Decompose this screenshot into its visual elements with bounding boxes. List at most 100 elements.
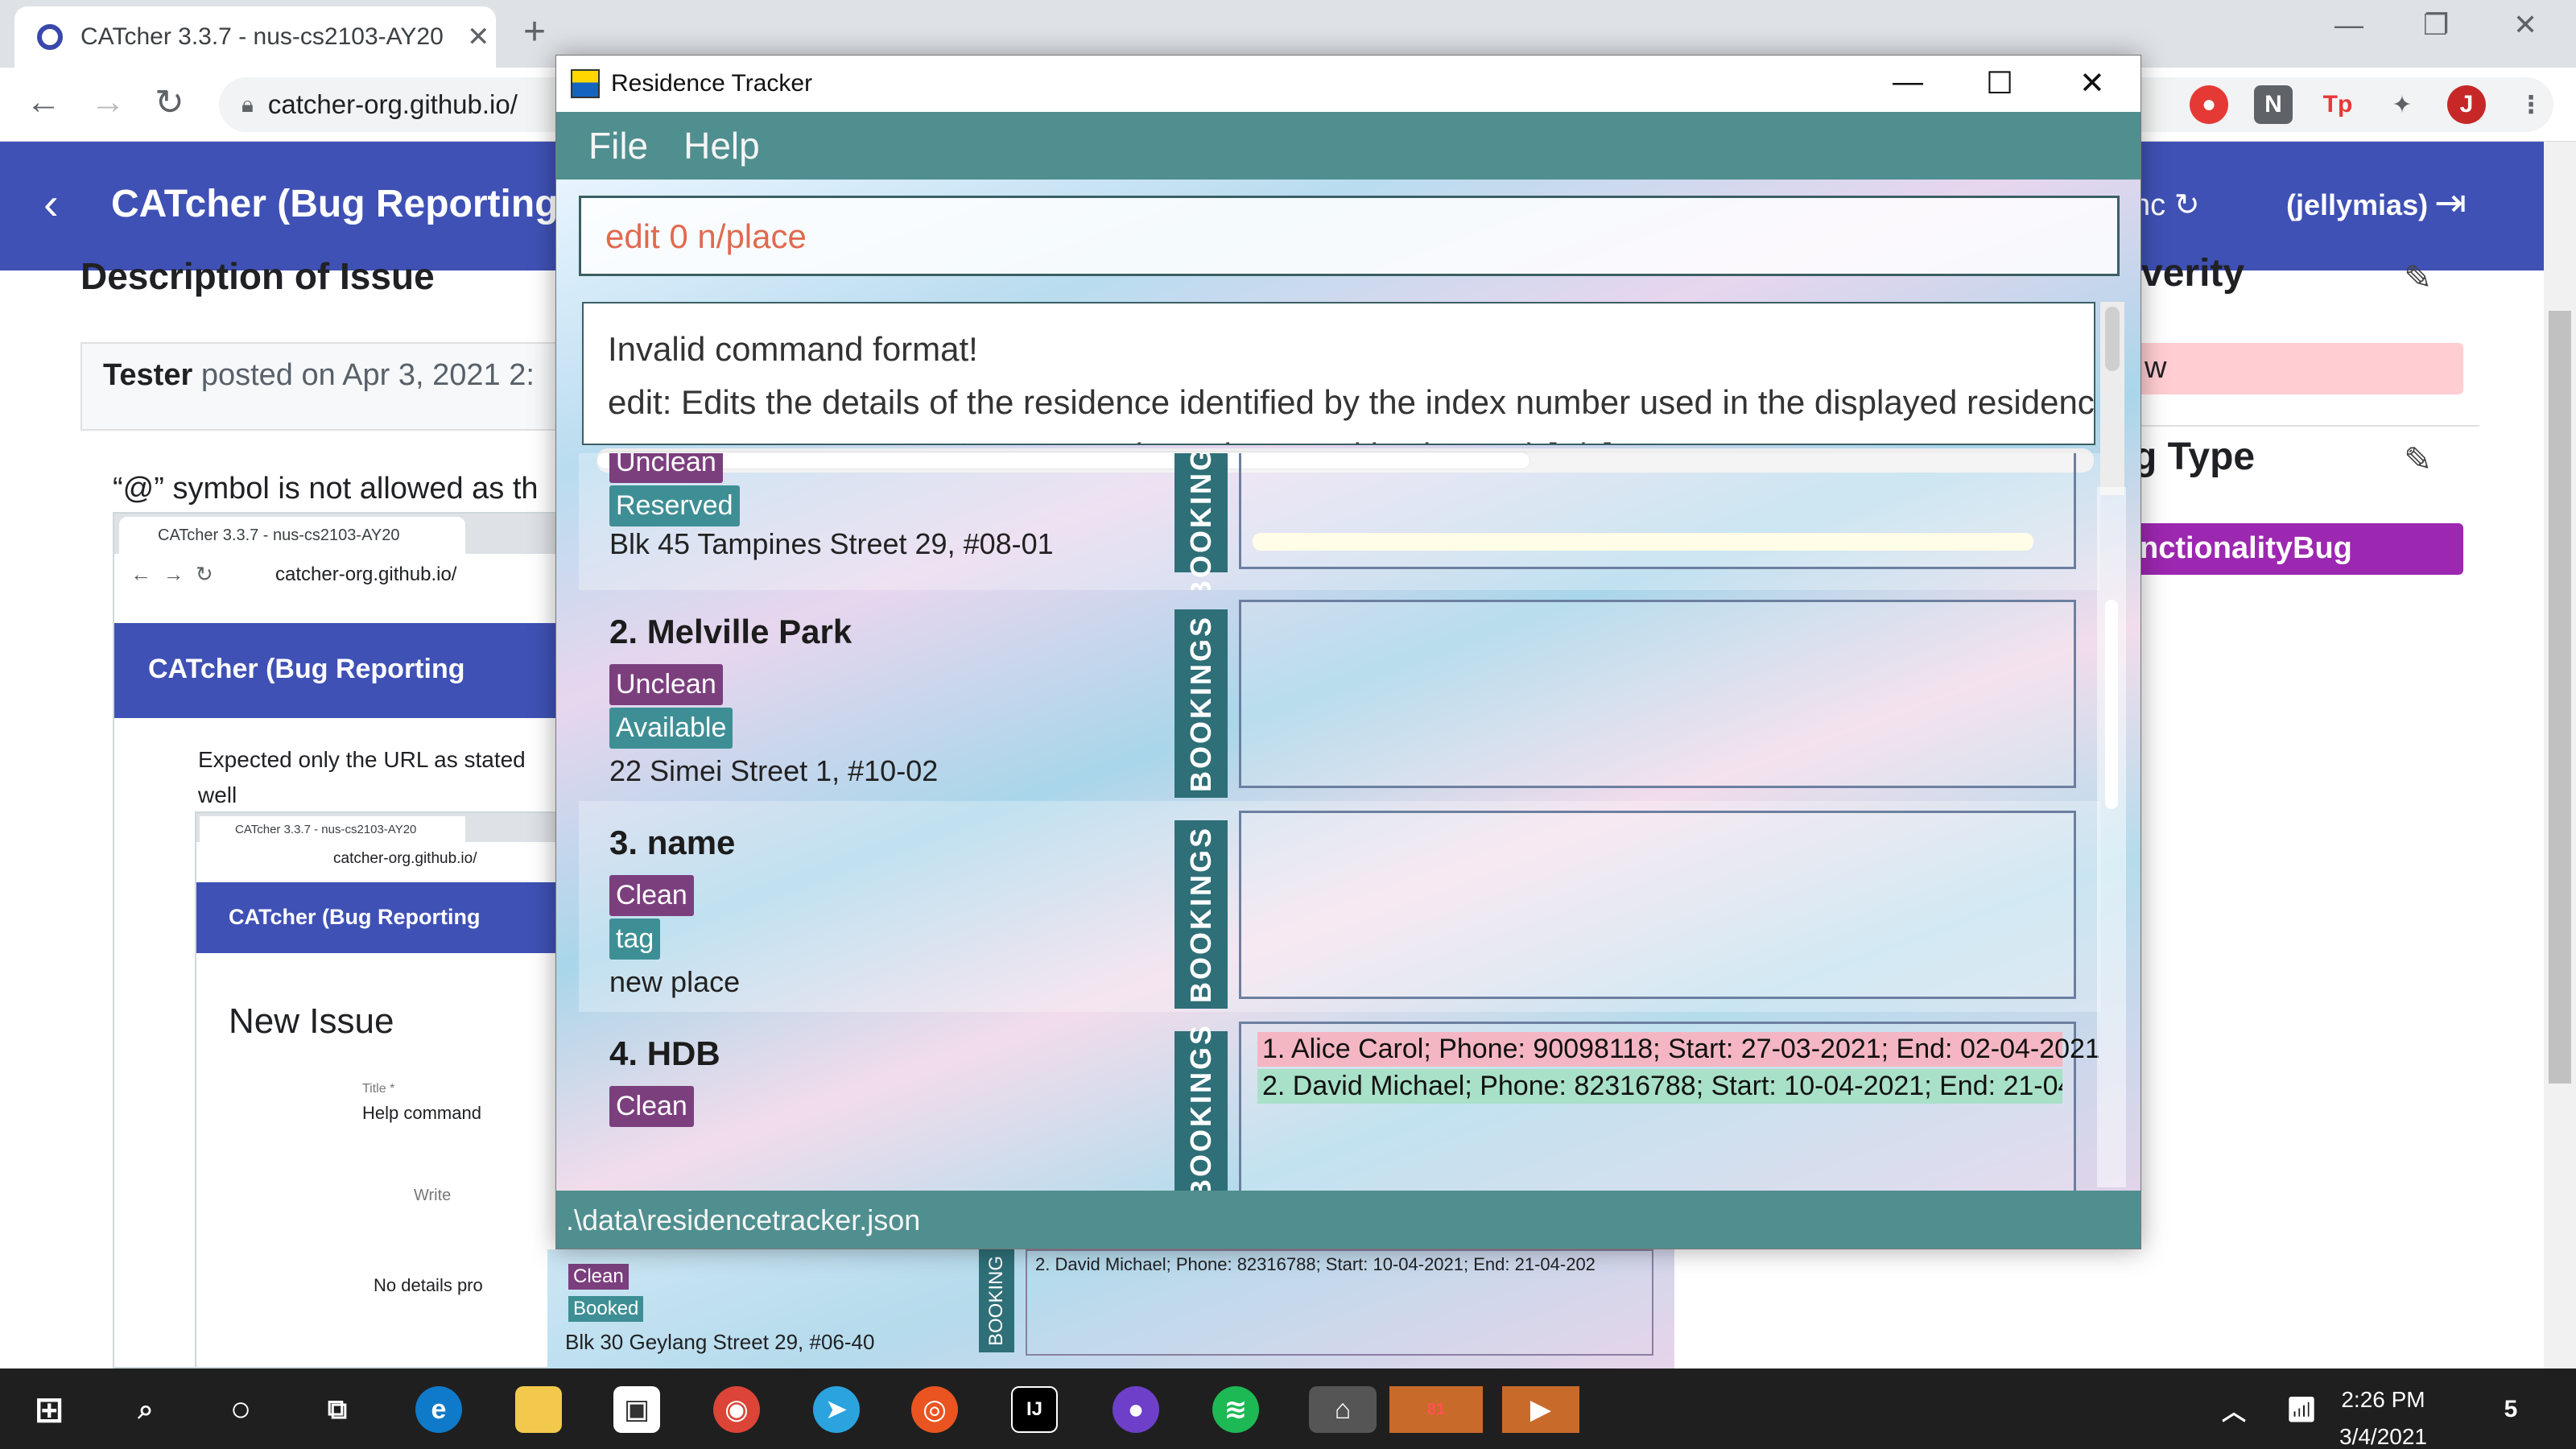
comment-meta: posted on Apr 3, 2021 2: [200, 358, 535, 392]
extension-tp-icon[interactable]: Tp [2318, 85, 2357, 124]
edge-icon[interactable]: e [415, 1386, 462, 1433]
minimize-icon[interactable]: — [2334, 8, 2363, 42]
menu-help[interactable]: Help [683, 124, 760, 167]
bookings-hscroll[interactable] [1253, 533, 2033, 551]
nested-tab-title: CATcher 3.3.7 - nus-cs2103-AY20 [119, 517, 465, 554]
residence-name: 2. Melville Park [609, 613, 852, 650]
refresh-icon[interactable]: ↻ [2174, 188, 2200, 222]
nested2-app-title: CATcher (Bug Reporting [229, 905, 481, 929]
page-scrollbar[interactable] [2544, 142, 2576, 1368]
tab-title: CATcher 3.3.7 - nus-cs2103-AY20 [80, 23, 444, 50]
command-input[interactable]: edit 0 n/place [579, 196, 2120, 276]
result-scrollbar-thumb[interactable] [2105, 307, 2120, 371]
forward-arrow-icon[interactable]: → [90, 82, 126, 122]
bg-tag-booked: Booked [568, 1296, 644, 1322]
result-scrollbar[interactable] [2100, 302, 2124, 495]
close-window-icon[interactable]: ✕ [2513, 8, 2537, 42]
result-line-1: Invalid command format! [608, 330, 978, 368]
nested2-no-details: No details pro [374, 1275, 483, 1295]
residence-address: 22 Simei Street 1, #10-02 [609, 754, 939, 787]
chrome-icon[interactable]: ◉ [713, 1386, 760, 1433]
file-explorer-icon[interactable] [515, 1386, 562, 1433]
window-minimize-icon[interactable]: — [1893, 65, 1923, 100]
taskbar: ⊞ ⌕ ○ ⧉ e ▣ ◉ ➤ ◎ IJ ● ≋ ⌂ 81 ▶ ︿ 📶︎ 2:2… [0, 1368, 2576, 1449]
profile-avatar[interactable]: J [2447, 85, 2486, 124]
clock-date: 3/4/2021 [2339, 1424, 2427, 1449]
nested-text-1: Expected only the URL as stated [198, 747, 526, 772]
extension-icon[interactable]: ● [2190, 85, 2228, 124]
bookings-label: BOOKINGS [1174, 453, 1228, 590]
windows-start-icon[interactable]: ⊞ [26, 1386, 72, 1433]
residence-list-scrollbar[interactable] [2097, 487, 2126, 1187]
nested-text-2: well [198, 782, 237, 807]
store-icon[interactable]: ▣ [613, 1386, 660, 1433]
tag-clean-status: Unclean [609, 453, 723, 483]
new-tab-icon[interactable]: + [523, 10, 546, 54]
extension-n-icon[interactable]: N [2254, 85, 2293, 124]
residence-card[interactable]: 2. Melville Park Unclean Available 22 Si… [579, 590, 2100, 801]
comment-header: Tester posted on Apr 3, 2021 2: [80, 342, 564, 431]
window-title: Residence Tracker [611, 70, 813, 97]
description-heading: Description of Issue [80, 255, 435, 297]
cortana-icon[interactable]: ○ [217, 1386, 264, 1433]
bg-bookings-box: 2. David Michael; Phone: 82316788; Start… [1026, 1249, 1653, 1356]
result-line-2: edit: Edits the details of the residence… [608, 383, 2095, 421]
bookings-list [1239, 600, 2076, 788]
browser-menu-icon[interactable]: ⋮ [2512, 85, 2550, 124]
nested-app-title: CATcher (Bug Reporting [148, 654, 465, 684]
residence-card[interactable]: 3. name Clean tag new place BOOKINGS [579, 801, 2100, 1012]
telegram-icon[interactable]: ➤ [813, 1386, 860, 1433]
page-scrollbar-thumb[interactable] [2549, 311, 2571, 1084]
back-arrow-icon[interactable]: ← [26, 82, 61, 122]
result-display[interactable]: Invalid command format! edit: Edits the … [582, 302, 2095, 445]
notification-center-icon[interactable]: 5 [2487, 1386, 2534, 1433]
browser-tab[interactable]: CATcher 3.3.7 - nus-cs2103-AY20 ✕ [14, 6, 496, 68]
system-tray-chevron-icon[interactable]: ︿ [2211, 1386, 2257, 1433]
bookings-list: 1. Alice Carol; Phone: 90098118; Start: … [1239, 1022, 2100, 1191]
notification-count: 5 [2504, 1396, 2518, 1422]
residence-card[interactable]: Unclean Reserved Blk 45 Tampines Street … [579, 453, 2100, 590]
intellij-icon[interactable]: IJ [1011, 1386, 1058, 1433]
close-tab-icon[interactable]: ✕ [467, 21, 490, 53]
residence-address: new place [609, 965, 741, 998]
type-heading: g Type [2133, 436, 2256, 478]
menu-file[interactable]: File [588, 124, 648, 167]
residence-address: Blk 45 Tampines Street 29, #08-01 [609, 527, 1054, 560]
restore-icon[interactable]: ❐ [2423, 8, 2449, 42]
bookings-label: BOOKINGS [1174, 1023, 1228, 1191]
app-house-icon [571, 69, 600, 98]
extensions-puzzle-icon[interactable]: ✦ [2383, 85, 2421, 124]
telegram-desktop-icon[interactable]: 81 [1389, 1386, 1483, 1433]
window-maximize-icon[interactable]: ☐ [1986, 65, 2013, 101]
nested2-tab-title: CATcher 3.3.7 - nus-cs2103-AY20 [200, 816, 465, 842]
task-view-icon[interactable]: ⧉ [314, 1386, 361, 1433]
menu-bar: File Help [556, 112, 2140, 180]
reload-icon[interactable]: ↻ [155, 82, 184, 123]
tag-booking-status: Reserved [609, 485, 740, 526]
nested-screenshot-1: CATcher 3.3.7 - nus-cs2103-AY20 ← → ↻ ca… [113, 512, 564, 1368]
window-close-icon[interactable]: ✕ [2079, 65, 2105, 101]
bg-address: Blk 30 Geylang Street 29, #06-40 [565, 1330, 875, 1354]
nested2-new-issue: New Issue [229, 1001, 394, 1041]
zoom-icon[interactable]: ▶ [1502, 1386, 1579, 1433]
github-icon[interactable]: ● [1113, 1386, 1159, 1433]
booking-item: 2. David Michael; Phone: 82316788; Start… [1257, 1069, 2062, 1104]
nested-screenshot-2: CATcher 3.3.7 - nus-cs2103-AY20 catcher-… [195, 811, 562, 1367]
tag-booking-status: Available [609, 708, 733, 749]
severity-chip: w [2133, 343, 2463, 394]
residence-card[interactable]: 4. HDB Clean BOOKINGS 1. Alice Carol; Ph… [579, 1012, 2100, 1191]
logout-icon[interactable]: ⇥ [2434, 180, 2467, 225]
residence-tracker-taskbar-icon[interactable]: ⌂ [1309, 1386, 1377, 1433]
wifi-icon[interactable]: 📶︎ [2278, 1386, 2325, 1433]
edit-severity-icon[interactable]: ✎ [2404, 258, 2432, 297]
sync-label[interactable]: nc ↻ [2133, 187, 2200, 223]
search-icon[interactable]: ⌕ [122, 1386, 169, 1433]
spotify-icon[interactable]: ≋ [1212, 1386, 1259, 1433]
telegram-badge: 81 [1426, 1400, 1446, 1418]
bg-bookings-label: BOOKING [979, 1249, 1014, 1352]
ubuntu-icon[interactable]: ◎ [911, 1386, 958, 1433]
back-chevron-icon[interactable]: ‹ [43, 177, 59, 229]
edit-type-icon[interactable]: ✎ [2404, 440, 2432, 479]
residence-list-scrollbar-thumb[interactable] [2105, 600, 2118, 809]
clock[interactable]: 2:26 PM 3/4/2021 [2339, 1381, 2427, 1449]
